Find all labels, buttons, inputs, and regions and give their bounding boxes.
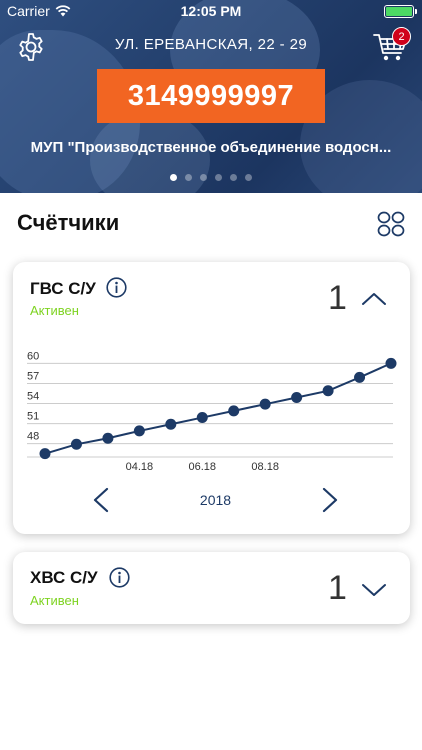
y-tick-label: 57 — [27, 370, 39, 382]
meter-count: 1 — [328, 569, 347, 607]
data-point — [39, 448, 51, 460]
grid-view-icon — [377, 211, 405, 237]
data-point — [102, 432, 114, 444]
header-banner: Carrier 12:05 PM УЛ. ЕРЕВАНСКАЯ, 22 - 29 — [0, 0, 422, 193]
y-tick-label: 51 — [27, 411, 39, 423]
data-point — [354, 371, 366, 383]
x-tick-label: 08.18 — [251, 461, 279, 472]
account-number[interactable]: 3149999997 — [97, 69, 325, 123]
section-title: Счётчики — [17, 210, 120, 235]
chevron-down-icon — [362, 584, 386, 596]
grid-view-button[interactable] — [377, 211, 405, 237]
carousel-dot[interactable] — [215, 174, 222, 181]
organization-name: МУП "Производственное объединение водосн… — [30, 139, 392, 156]
meter-card-cold-water[interactable]: ХВС С/У Активен 1 — [13, 552, 410, 624]
x-tick-label: 04.18 — [126, 461, 154, 472]
data-point — [165, 418, 177, 430]
meter-status: Активен — [30, 593, 79, 608]
data-point — [291, 391, 303, 403]
clock: 12:05 PM — [180, 3, 242, 19]
meter-count: 1 — [328, 279, 347, 317]
carousel-dot[interactable] — [170, 174, 177, 181]
data-point — [385, 357, 397, 369]
meter-status: Активен — [30, 303, 79, 318]
chevron-up-icon — [362, 293, 386, 305]
carousel-dot[interactable] — [245, 174, 252, 181]
y-tick-label: 48 — [27, 431, 39, 443]
data-point — [259, 398, 271, 410]
x-tick-label: 06.18 — [189, 461, 217, 472]
info-icon[interactable] — [109, 567, 130, 588]
chevron-right-icon — [322, 487, 338, 513]
meter-name: ХВС С/У — [30, 568, 98, 587]
data-point — [70, 438, 82, 450]
data-point — [322, 385, 334, 397]
meter-readings-chart: 48 51 54 57 60 04.18 06.18 08.18 — [27, 350, 397, 472]
data-point — [228, 405, 240, 417]
status-bar: Carrier 12:05 PM — [0, 0, 422, 22]
expand-button[interactable] — [361, 582, 387, 598]
data-point — [196, 412, 208, 424]
carousel-page-indicator[interactable] — [0, 174, 422, 181]
battery-icon — [384, 5, 417, 18]
cart-badge: 2 — [392, 27, 411, 46]
collapse-button[interactable] — [361, 291, 387, 307]
series-line — [44, 362, 392, 455]
address-label[interactable]: УЛ. ЕРЕВАНСКАЯ, 22 - 29 — [0, 36, 422, 53]
year-label: 2018 — [199, 492, 232, 508]
data-point — [133, 425, 145, 437]
meter-card-hot-water[interactable]: ГВС С/У Активен 1 48 51 54 57 60 04.18 06.18 08… — [13, 262, 410, 534]
carousel-dot[interactable] — [230, 174, 237, 181]
y-tick-label: 54 — [27, 391, 39, 403]
info-icon[interactable] — [106, 277, 127, 298]
meter-name: ГВС С/У — [30, 279, 96, 298]
year-navigation: 2018 — [13, 486, 410, 516]
carousel-dot[interactable] — [200, 174, 207, 181]
y-tick-label: 60 — [27, 350, 39, 362]
next-year-button[interactable] — [320, 486, 340, 514]
carousel-dot[interactable] — [185, 174, 192, 181]
